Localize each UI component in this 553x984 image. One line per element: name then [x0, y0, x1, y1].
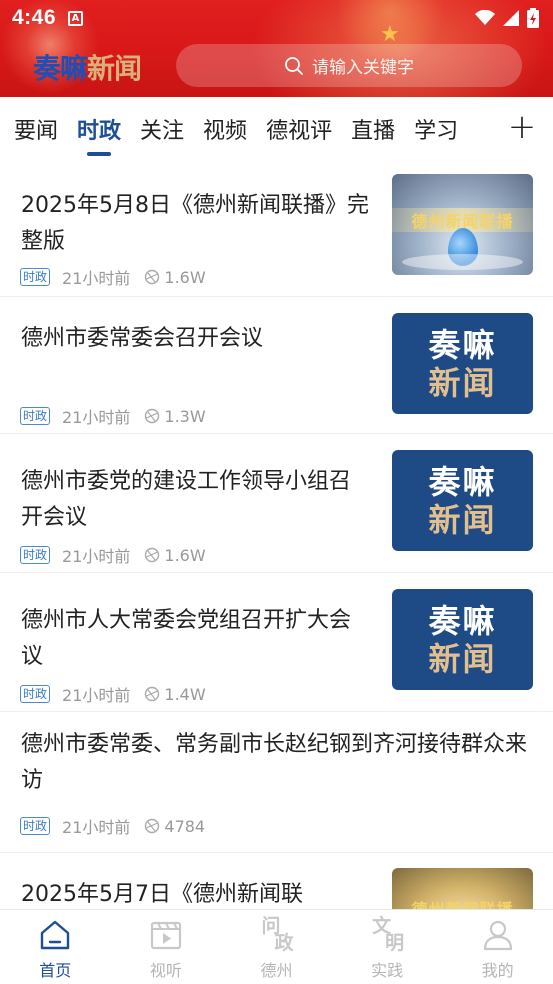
nav-home[interactable]: 首页 [0, 910, 111, 984]
nav-dezhou[interactable]: 问 政 德州 [221, 910, 332, 984]
tab-guanzhu[interactable]: 关注 [140, 97, 184, 145]
plus-icon[interactable]: + [506, 110, 538, 146]
news-item[interactable]: 德州市人大常委会党组召开扩大会议 时政 21小时前 1.4W 奏嘛 新闻 [0, 573, 553, 712]
tab-shipin[interactable]: 视频 [203, 97, 247, 145]
news-title: 2025年5月8日《德州新闻联播》完整版 [21, 193, 369, 254]
publish-time: 21小时前 [62, 269, 131, 288]
thumbnail-logo-line2: 新闻 [428, 639, 497, 678]
logo-part-1: 奏嘛 [33, 52, 88, 85]
view-count: 1.3W [164, 406, 206, 426]
category-tag: 时政 [20, 407, 51, 425]
view-count: 1.6W [164, 545, 206, 565]
nav-label: 实践 [371, 961, 404, 980]
nav-shijian[interactable]: 文 明 实践 [332, 910, 443, 984]
publish-time: 21小时前 [62, 686, 131, 705]
nav-label: 视听 [149, 961, 182, 980]
search-icon [285, 56, 303, 75]
publish-time: 21小时前 [62, 818, 131, 837]
app-header: ★ 4:46 A 奏嘛 新闻 请输入关键字 [0, 0, 553, 97]
wifi-icon [475, 10, 495, 25]
thumbnail-logo-line2: 新闻 [428, 363, 497, 402]
tab-zhibo[interactable]: 直播 [351, 97, 395, 145]
nav-label: 我的 [481, 961, 514, 980]
nav-shiting[interactable]: 视听 [111, 910, 222, 984]
search-placeholder: 请输入关键字 [312, 58, 414, 78]
nav-label: 德州 [260, 961, 293, 980]
thumbnail-logo-line1: 奏嘛 [428, 462, 497, 501]
news-meta: 时政 21小时前 4784 [20, 814, 205, 838]
battery-icon [527, 8, 539, 28]
view-count: 1.4W [164, 684, 206, 704]
bottom-navigation: 首页 视听 问 政 德州 文 明 实践 我的 [0, 909, 553, 984]
news-title: 德州市人大常委会党组召开扩大会议 [21, 608, 352, 669]
views-icon [145, 818, 160, 834]
tab-xuexi[interactable]: 学习 [414, 97, 458, 145]
views-icon [145, 269, 160, 285]
news-item[interactable]: 德州市委党的建设工作领导小组召开会议 时政 21小时前 1.6W 奏嘛 新闻 [0, 434, 553, 573]
views-icon [145, 408, 160, 424]
views-icon [145, 547, 160, 563]
category-tag: 时政 [20, 268, 51, 286]
views-icon [145, 686, 160, 702]
status-time: 4:46 [12, 6, 57, 29]
news-thumbnail: 奏嘛 新闻 [392, 450, 533, 551]
news-item[interactable]: 2025年5月8日《德州新闻联播》完整版 时政 21小时前 1.6W 德州新闻联… [0, 161, 553, 297]
logo-part-2: 新闻 [87, 52, 142, 85]
category-tag: 时政 [20, 817, 51, 835]
news-title: 2025年5月7日《德州新闻联 [21, 882, 303, 907]
publish-time: 21小时前 [62, 408, 131, 427]
status-icons [475, 8, 539, 28]
user-icon [483, 920, 512, 951]
tab-shizheng[interactable]: 时政 [77, 97, 121, 145]
tab-yaowen[interactable]: 要闻 [14, 97, 58, 145]
news-thumbnail: 奏嘛 新闻 [392, 313, 533, 414]
status-bar: 4:46 A [0, 0, 553, 36]
category-tag: 时政 [20, 546, 51, 564]
view-count: 1.6W [164, 267, 206, 287]
nav-mine[interactable]: 我的 [442, 910, 553, 984]
news-thumbnail: 奏嘛 新闻 [392, 589, 533, 690]
category-tag: 时政 [20, 685, 51, 703]
publish-time: 21小时前 [62, 547, 131, 566]
news-title: 德州市委常委会召开会议 [21, 326, 264, 351]
notification-icon: A [68, 10, 84, 26]
news-item[interactable]: 德州市委常委会召开会议 时政 21小时前 1.3W 奏嘛 新闻 [0, 297, 553, 434]
tab-deshiping[interactable]: 德视评 [266, 97, 332, 145]
view-count: 4784 [164, 816, 206, 836]
home-icon [41, 920, 70, 950]
app-logo: 奏嘛 新闻 [33, 47, 142, 87]
news-meta: 时政 21小时前 1.3W [20, 404, 206, 428]
news-title: 德州市委党的建设工作领导小组召开会议 [21, 469, 352, 530]
thumbnail-logo-line1: 奏嘛 [428, 601, 497, 640]
news-thumbnail: 德州新闻联播 [392, 174, 533, 275]
search-bar[interactable]: 请输入关键字 [176, 44, 522, 87]
news-meta: 时政 21小时前 1.6W [20, 265, 206, 289]
news-item[interactable]: 德州市委常委、常务副市长赵纪钢到齐河接待群众来访 时政 21小时前 4784 [0, 712, 553, 853]
news-meta: 时政 21小时前 1.6W [20, 543, 206, 567]
wenming-icon: 文 明 [372, 915, 405, 954]
video-player-icon [150, 921, 181, 950]
thumbnail-logo-line2: 新闻 [428, 500, 497, 539]
nav-label: 首页 [39, 961, 72, 980]
news-meta: 时政 21小时前 1.4W [20, 682, 206, 706]
wenzheng-icon: 问 政 [261, 915, 294, 954]
thumbnail-logo-line1: 奏嘛 [428, 325, 497, 364]
channel-tabs: 要闻 时政 关注 视频 德视评 直播 学习 [0, 97, 553, 161]
news-title: 德州市委常委、常务副市长赵纪钢到齐河接待群众来访 [21, 732, 528, 793]
news-item[interactable]: 2025年5月7日《德州新闻联 德州新闻联播 [0, 853, 553, 924]
signal-icon [503, 10, 519, 26]
